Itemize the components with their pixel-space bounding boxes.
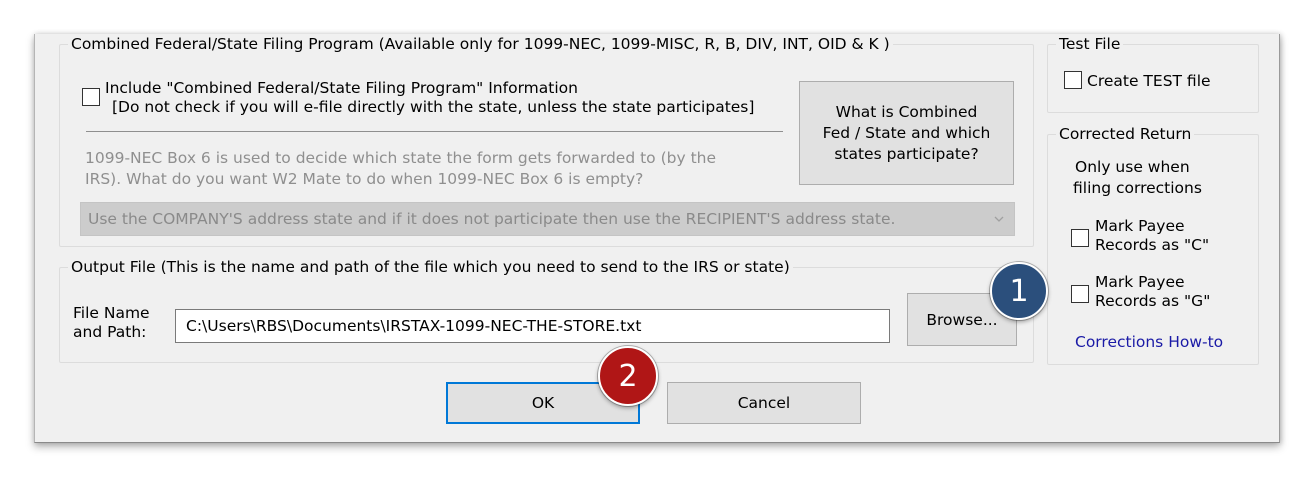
output-file-legend: Output File (This is the name and path o… (71, 258, 790, 276)
mark-payee-c-checkbox[interactable] (1071, 229, 1089, 247)
box6-info-line1: 1099-NEC Box 6 is used to decide which s… (85, 149, 717, 167)
mark-payee-g-label-line2: Records as "G" (1095, 292, 1211, 310)
what-is-combined-line2: Fed / State and which (822, 123, 991, 142)
cancel-button[interactable]: Cancel (667, 382, 861, 424)
file-name-label-line1: File Name (73, 304, 150, 322)
ok-button-label: OK (531, 394, 555, 412)
callout-badge-2: 2 (598, 346, 658, 406)
create-test-file-label: Create TEST file (1087, 72, 1211, 90)
empty-box6-state-select-value: Use the COMPANY'S address state and if i… (88, 210, 896, 228)
mark-payee-c-label-line1: Mark Payee (1095, 217, 1185, 235)
include-combined-label: Include "Combined Federal/State Filing P… (105, 79, 578, 97)
corrections-howto-link[interactable]: Corrections How-to (1075, 332, 1223, 352)
combined-fed-state-legend: Combined Federal/State Filing Program (A… (71, 35, 890, 53)
file-path-value: C:\Users\RBS\Documents\IRSTAX-1099-NEC-T… (186, 317, 642, 335)
what-is-combined-line1: What is Combined (835, 102, 978, 121)
file-path-input[interactable]: C:\Users\RBS\Documents\IRSTAX-1099-NEC-T… (175, 309, 890, 343)
callout-badge-1: 1 (990, 262, 1048, 320)
include-combined-note: [Do not check if you will e-file directl… (112, 98, 755, 116)
box6-info-line2: IRS). What do you want W2 Mate to do whe… (85, 170, 644, 188)
empty-box6-state-select[interactable]: Use the COMPANY'S address state and if i… (80, 202, 1015, 236)
what-is-combined-line3: states participate? (834, 144, 979, 163)
create-test-file-checkbox[interactable] (1064, 71, 1082, 89)
mark-payee-c-label-line2: Records as "C" (1095, 236, 1210, 254)
corrections-note-line2: filing corrections (1073, 179, 1202, 197)
include-combined-checkbox[interactable] (82, 88, 100, 106)
separator-line (86, 131, 783, 132)
corrected-return-legend: Corrected Return (1059, 125, 1192, 143)
mark-payee-g-checkbox[interactable] (1071, 285, 1089, 303)
file-name-label-line2: and Path: (73, 323, 147, 341)
what-is-combined-button[interactable]: What is Combined Fed / State and which s… (799, 81, 1014, 185)
chevron-down-icon (993, 211, 1005, 229)
corrections-note-line1: Only use when (1075, 158, 1190, 176)
browse-button-label: Browse... (926, 310, 998, 329)
mark-payee-g-label-line1: Mark Payee (1095, 273, 1185, 291)
cancel-button-label: Cancel (737, 394, 791, 412)
test-file-legend: Test File (1059, 35, 1121, 53)
